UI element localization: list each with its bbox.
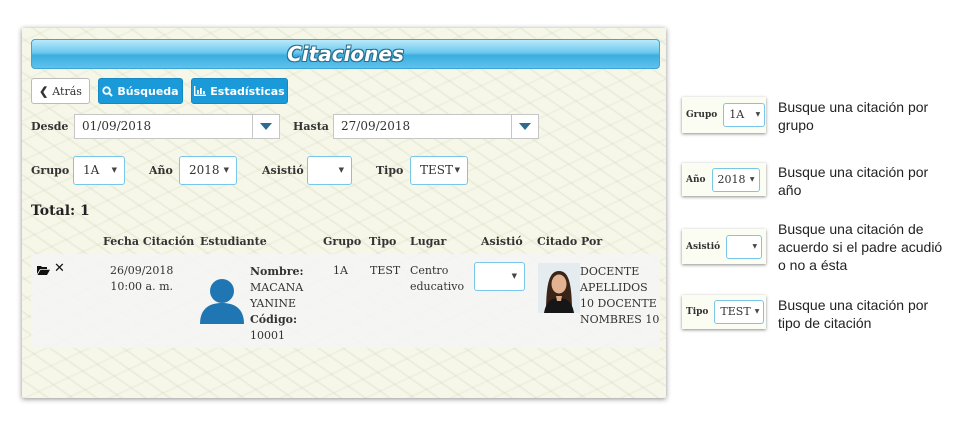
nombre-label: Nombre:: [250, 265, 304, 278]
search-icon: [102, 85, 114, 97]
folder-open-icon[interactable]: [37, 265, 50, 275]
header-estudiante: Estudiante: [200, 235, 267, 248]
citado-line3: 10 DOCENTE: [580, 297, 657, 310]
hint-asistio-line1: Busque una citación de: [778, 221, 924, 237]
asistio-label: Asistió: [262, 164, 304, 177]
ano-label: Año: [149, 164, 173, 177]
row-asistio-select[interactable]: ▼: [474, 262, 525, 291]
row-grupo: 1A: [333, 264, 348, 277]
student-name-line1: MACANA: [250, 281, 304, 294]
citado-line2: APELLIDOS: [580, 281, 648, 294]
hint-tipo-value: TEST: [720, 305, 751, 318]
header-fecha-citacion: Fecha Citación: [103, 235, 195, 248]
hasta-date-field[interactable]: 27/09/2018: [333, 114, 539, 139]
chevron-down-icon: [519, 123, 531, 130]
grupo-select[interactable]: 1A ▼: [73, 156, 125, 185]
grupo-select-value: 1A: [83, 163, 100, 177]
hint-asistio-text: Busque una citación de acuerdo si el pad…: [778, 220, 942, 274]
student-name-line2: YANINE: [250, 297, 296, 310]
desde-label: Desde: [31, 120, 69, 133]
hint-ano-image: Año 2018 ▼: [682, 163, 766, 196]
hint-ano-select: 2018 ▼: [711, 167, 760, 192]
select-arrow-icon: ▼: [755, 111, 761, 118]
hint-tipo-line1: Busque una citación por: [778, 297, 929, 313]
select-arrow-icon: ▼: [749, 175, 755, 183]
select-arrow-icon: ▼: [338, 166, 344, 174]
hint-asistio-line2: acuerdo si el padre acudió: [778, 239, 943, 255]
student-code: 10001: [250, 329, 285, 342]
hint-asistio-image: Asistió ▼: [682, 229, 766, 264]
select-arrow-icon: ▼: [454, 166, 460, 174]
hint-tipo-label: Tipo: [686, 307, 709, 317]
citado-line1: DOCENTE: [580, 265, 640, 278]
tipo-label: Tipo: [376, 164, 404, 177]
hint-asistio-select: ▼: [726, 234, 763, 259]
header-citado-por: Citado Por: [537, 235, 603, 248]
hint-asistio-line3: o no a ésta: [778, 257, 848, 273]
total-count: Total: 1: [31, 203, 90, 219]
select-arrow-icon: ▼: [223, 166, 229, 174]
tipo-select-value: TEST: [420, 163, 453, 177]
statistics-label: Estadísticas: [210, 84, 285, 98]
hint-ano-value: 2018: [717, 172, 746, 186]
citado-line4: NOMBRES 10: [580, 313, 660, 326]
teacher-photo: [538, 263, 580, 313]
hint-ano-label: Año: [686, 174, 706, 185]
hint-grupo-line2: grupo: [778, 117, 814, 133]
ano-select[interactable]: 2018 ▼: [179, 156, 237, 185]
statistics-button[interactable]: Estadísticas: [191, 78, 288, 104]
select-arrow-icon: ▼: [754, 308, 760, 315]
desde-date-value: 01/09/2018: [82, 119, 152, 133]
search-button[interactable]: Búsqueda: [98, 78, 183, 104]
fecha-time: 10:00 a. m.: [110, 280, 174, 293]
desde-date-dropdown-button[interactable]: [252, 115, 279, 138]
hint-grupo-line1: Busque una citación por: [778, 99, 929, 115]
header-asistio: Asistió: [481, 235, 523, 248]
hint-tipo-select: TEST ▼: [714, 300, 765, 324]
hint-ano-line2: año: [778, 182, 802, 198]
select-arrow-icon: ▼: [511, 272, 517, 280]
asistio-select[interactable]: ▼: [307, 156, 352, 185]
bar-chart-icon: [194, 86, 207, 96]
header-lugar: Lugar: [410, 235, 447, 248]
row-lugar-line2: educativo: [410, 280, 465, 293]
chevron-left-icon: ❮: [39, 84, 49, 98]
select-arrow-icon: ▼: [752, 242, 758, 250]
header-tipo: Tipo: [369, 235, 397, 248]
row-lugar-line1: Centro: [410, 264, 449, 277]
desde-date-field[interactable]: 01/09/2018: [74, 114, 280, 139]
select-arrow-icon: ▼: [111, 166, 117, 174]
back-button[interactable]: ❮ Atrás: [31, 78, 90, 104]
hasta-date-dropdown-button[interactable]: [511, 115, 538, 138]
back-label: Atrás: [52, 84, 82, 98]
hasta-label: Hasta: [293, 120, 329, 133]
hint-tipo-line2: tipo de citación: [778, 315, 872, 331]
hint-grupo-value: 1A: [729, 108, 745, 121]
hint-ano-line1: Busque una citación por: [778, 164, 929, 180]
hint-asistio-label: Asistió: [686, 241, 721, 252]
student-avatar-icon: [200, 279, 244, 324]
hint-grupo-text: Busque una citación por grupo: [778, 98, 928, 134]
hint-tipo-image: Tipo TEST ▼: [682, 295, 766, 329]
hint-grupo-image: Grupo 1A ▼: [682, 97, 766, 133]
citaciones-panel: Citaciones ❮ Atrás Búsqueda Estadísticas…: [22, 28, 666, 398]
header-grupo: Grupo: [323, 235, 362, 248]
hint-grupo-select: 1A ▼: [723, 103, 766, 127]
tipo-select[interactable]: TEST ▼: [410, 156, 468, 185]
hint-grupo-label: Grupo: [686, 110, 718, 120]
ano-select-value: 2018: [189, 163, 220, 177]
page-title: Citaciones: [287, 42, 404, 66]
row-tipo: TEST: [370, 264, 401, 277]
codigo-label: Código:: [250, 313, 298, 326]
fecha-date: 26/09/2018: [110, 264, 174, 277]
hint-ano-text: Busque una citación por año: [778, 163, 928, 199]
hint-tipo-text: Busque una citación por tipo de citación: [778, 296, 928, 332]
grupo-label: Grupo: [31, 164, 70, 177]
hasta-date-value: 27/09/2018: [341, 119, 411, 133]
search-label: Búsqueda: [117, 84, 179, 98]
delete-icon[interactable]: ✕: [54, 261, 65, 276]
chevron-down-icon: [260, 123, 272, 130]
title-bar: Citaciones: [31, 39, 660, 69]
